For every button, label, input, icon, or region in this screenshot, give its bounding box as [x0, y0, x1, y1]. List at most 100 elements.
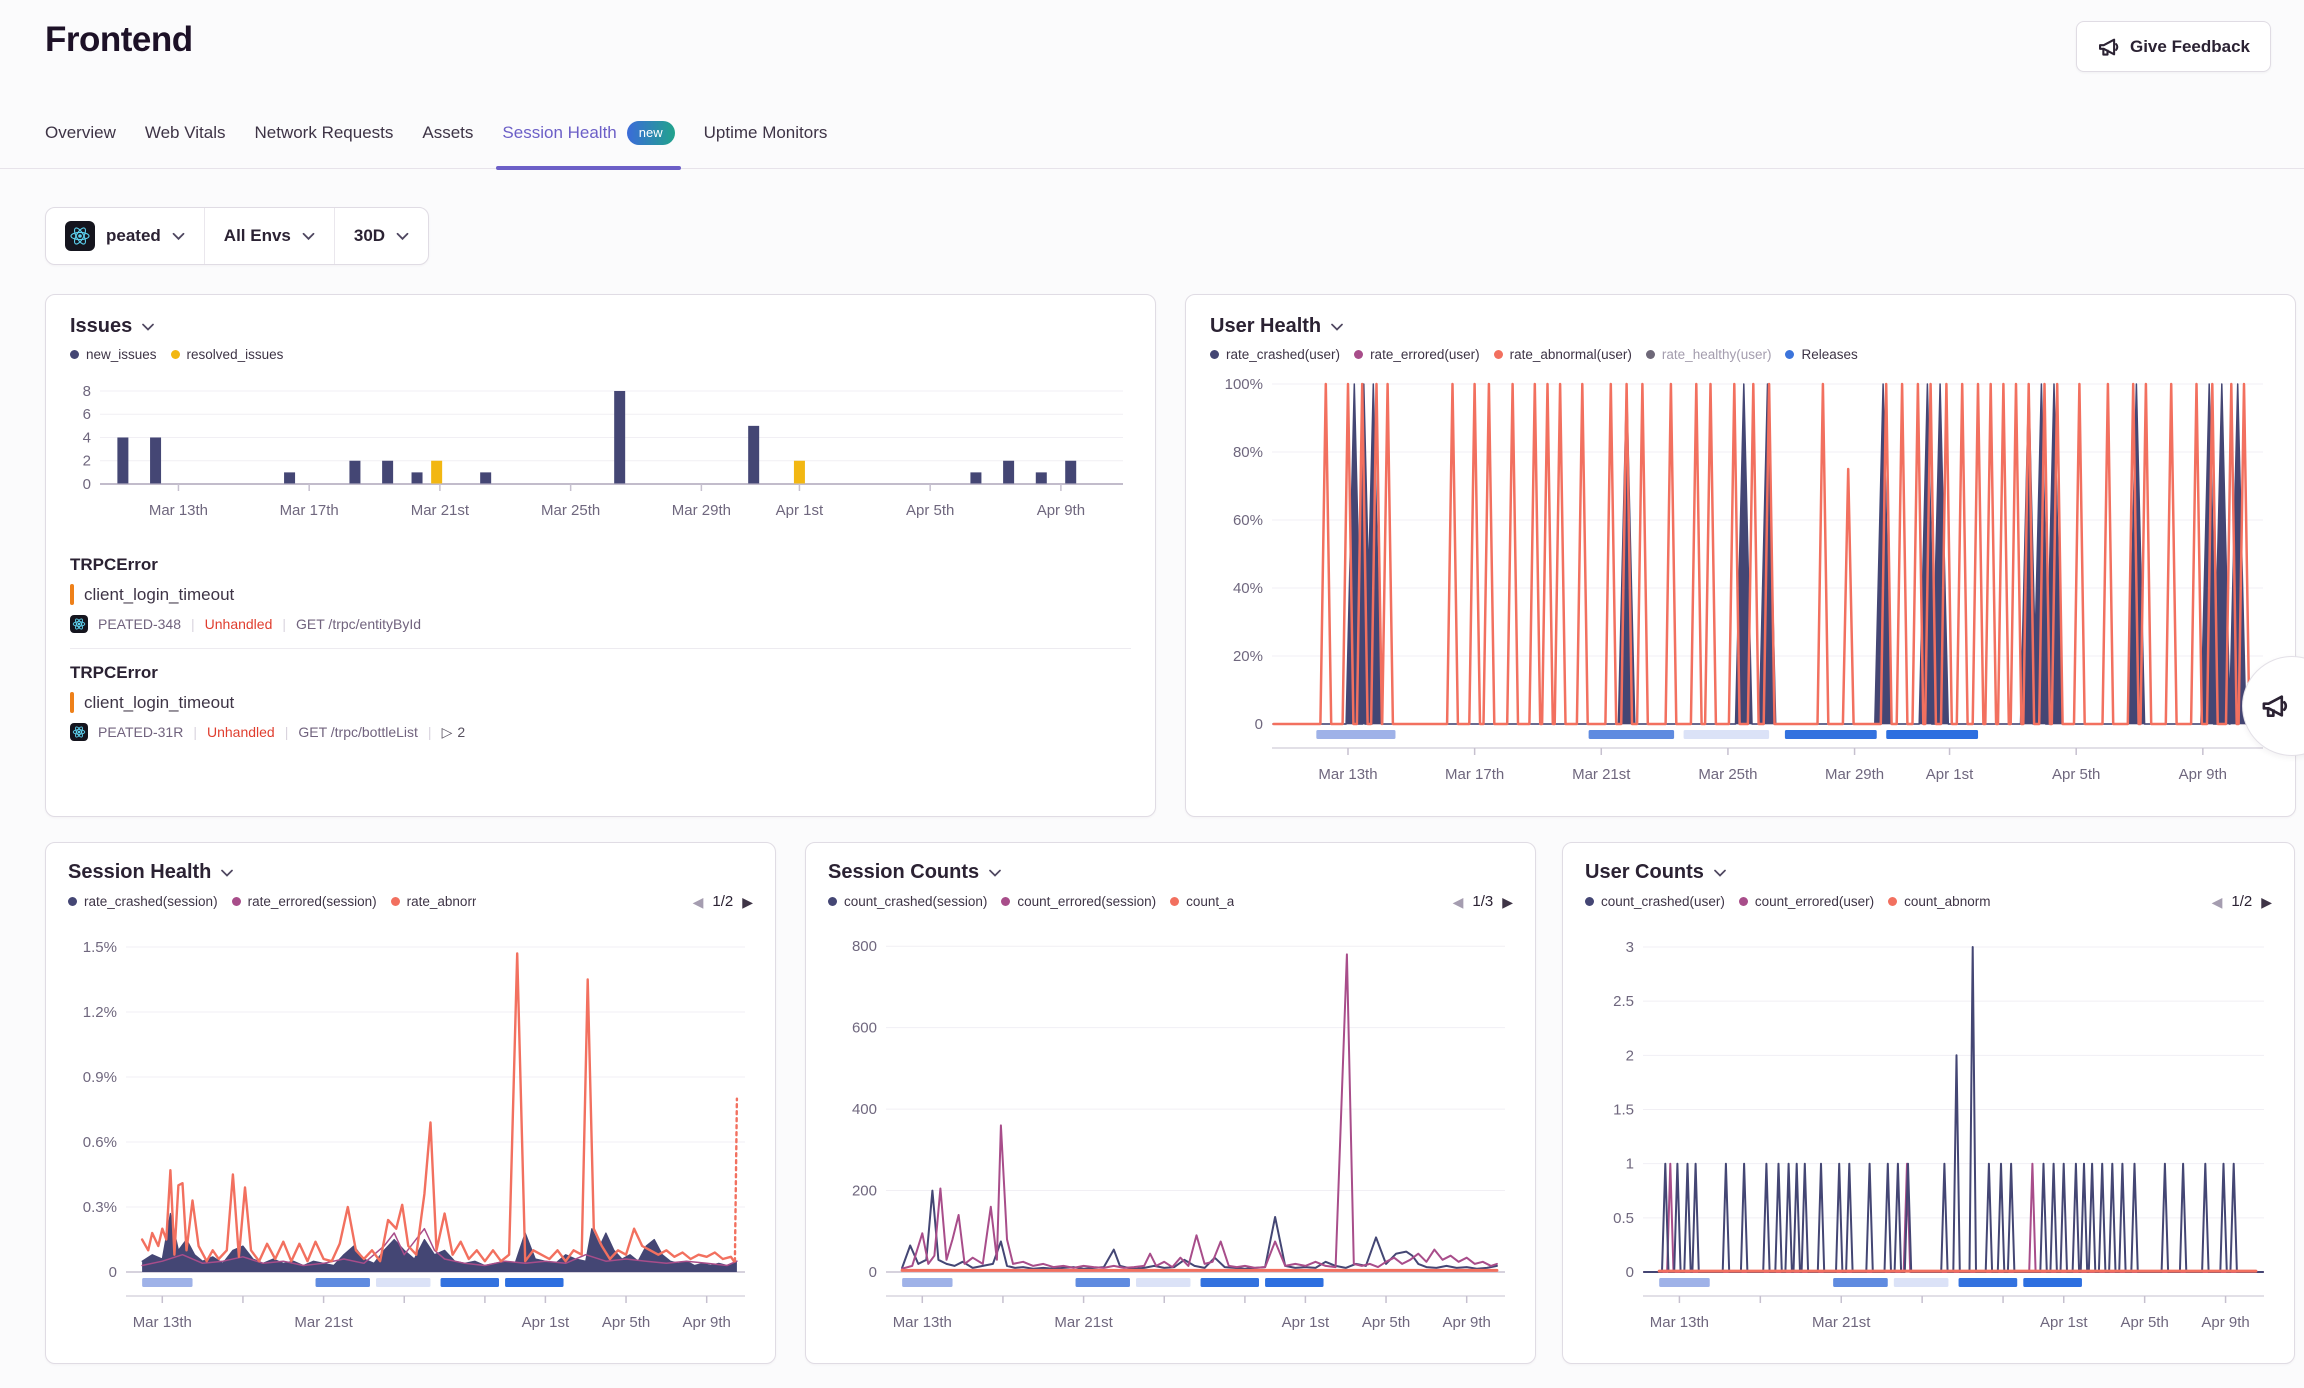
legend-item-count-abnormal-session[interactable]: count_a — [1170, 894, 1234, 909]
react-project-icon — [65, 221, 95, 251]
give-feedback-button[interactable]: Give Feedback — [2076, 21, 2271, 72]
svg-text:Apr 9th: Apr 9th — [1037, 502, 1085, 519]
svg-text:Apr 5th: Apr 5th — [906, 502, 954, 519]
new-badge: new — [627, 121, 675, 145]
legend-item-rate-abnormal-session[interactable]: rate_abnorr — [391, 894, 477, 909]
legend-item-new-issues[interactable]: new_issues — [70, 347, 157, 362]
chevron-down-icon — [142, 323, 154, 331]
legend-item-rate-crashed-session[interactable]: rate_crashed(session) — [68, 894, 218, 909]
svg-text:60%: 60% — [1233, 512, 1263, 529]
pager-next-icon[interactable]: ▶ — [1502, 895, 1513, 909]
session-counts-legend: count_crashed(session) count_errored(ses… — [828, 893, 1513, 910]
page-filter-bar: peated All Envs 30D — [45, 207, 429, 265]
svg-text:Mar 13th: Mar 13th — [149, 502, 208, 519]
chevron-down-icon — [172, 232, 185, 241]
session-health-panel-title[interactable]: Session Health — [68, 861, 753, 884]
user-counts-chart: 00.511.522.53Mar 13thMar 21stApr 1stApr … — [1585, 920, 2272, 1349]
issue-type: TRPCError — [70, 555, 1131, 575]
legend-item-rate-healthy-user[interactable]: rate_healthy(user) — [1646, 347, 1772, 362]
svg-text:Mar 25th: Mar 25th — [1698, 766, 1757, 783]
svg-text:Mar 21st: Mar 21st — [1812, 1314, 1871, 1331]
pager-prev-icon[interactable]: ◀ — [693, 895, 704, 909]
pager-prev-icon[interactable]: ◀ — [2212, 895, 2223, 909]
tab-overview[interactable]: Overview — [45, 111, 116, 168]
tab-uptime-monitors[interactable]: Uptime Monitors — [704, 111, 828, 168]
svg-text:Mar 13th: Mar 13th — [893, 1314, 952, 1331]
svg-text:Apr 5th: Apr 5th — [2052, 766, 2100, 783]
legend-item-count-crashed-session[interactable]: count_crashed(session) — [828, 894, 987, 909]
issue-short-id: PEATED-348 — [98, 616, 181, 632]
series-dot — [171, 350, 180, 359]
date-range-selector[interactable]: 30D — [334, 208, 428, 264]
react-project-icon — [70, 723, 88, 741]
legend-item-count-errored-user[interactable]: count_errored(user) — [1739, 894, 1874, 909]
svg-text:Mar 13th: Mar 13th — [133, 1314, 192, 1331]
tab-assets[interactable]: Assets — [422, 111, 473, 168]
page-title: Frontend — [45, 20, 193, 60]
user-counts-panel-title[interactable]: User Counts — [1585, 861, 2272, 884]
svg-text:2: 2 — [83, 453, 91, 470]
svg-text:0.9%: 0.9% — [83, 1069, 117, 1086]
svg-text:3: 3 — [1626, 939, 1634, 956]
pager-prev-icon[interactable]: ◀ — [1453, 895, 1464, 909]
unhandled-tag: Unhandled — [207, 724, 275, 740]
megaphone-icon — [2260, 692, 2288, 720]
session-counts-panel-title[interactable]: Session Counts — [828, 861, 1513, 884]
pager-next-icon[interactable]: ▶ — [742, 895, 753, 909]
legend-item-rate-errored-user[interactable]: rate_errored(user) — [1354, 347, 1480, 362]
svg-text:80%: 80% — [1233, 444, 1263, 461]
svg-text:400: 400 — [852, 1101, 877, 1118]
project-selector[interactable]: peated — [46, 208, 204, 264]
error-level-bar — [70, 692, 74, 713]
legend-item-resolved-issues[interactable]: resolved_issues — [171, 347, 284, 362]
svg-text:Apr 9th: Apr 9th — [683, 1314, 731, 1331]
chevron-down-icon — [302, 232, 315, 241]
pager-next-icon[interactable]: ▶ — [2261, 895, 2272, 909]
user-counts-legend: count_crashed(user) count_errored(user) … — [1585, 893, 2272, 910]
svg-text:Mar 29th: Mar 29th — [1825, 766, 1884, 783]
date-range-value: 30D — [354, 226, 385, 246]
legend-item-rate-errored-session[interactable]: rate_errored(session) — [232, 894, 377, 909]
issue-row[interactable]: TRPCError client_login_timeout PEATED-34… — [70, 541, 1131, 648]
legend-item-rate-crashed-user[interactable]: rate_crashed(user) — [1210, 347, 1340, 362]
play-icon: ▷ — [442, 724, 453, 741]
svg-text:Mar 21st: Mar 21st — [411, 502, 470, 519]
environment-selector[interactable]: All Envs — [204, 208, 334, 264]
session-health-chart: 00.3%0.6%0.9%1.2%1.5%Mar 13thMar 21stApr… — [68, 920, 753, 1349]
issues-legend: new_issues resolved_issues — [70, 347, 1131, 362]
svg-text:Mar 21st: Mar 21st — [1572, 766, 1631, 783]
svg-text:0: 0 — [109, 1264, 117, 1281]
chevron-down-icon — [221, 869, 233, 877]
issues-panel: Issues new_issues resolved_issues 02468M… — [45, 294, 1156, 817]
chevron-down-icon — [396, 232, 409, 241]
pager-count: 1/3 — [1472, 893, 1493, 910]
svg-text:Apr 1st: Apr 1st — [1282, 1314, 1330, 1331]
user-health-panel-title[interactable]: User Health — [1210, 315, 2271, 338]
legend-item-releases[interactable]: Releases — [1785, 347, 1857, 362]
legend-item-rate-abnormal-user[interactable]: rate_abnormal(user) — [1494, 347, 1632, 362]
legend-item-count-crashed-user[interactable]: count_crashed(user) — [1585, 894, 1725, 909]
svg-text:1.5%: 1.5% — [83, 939, 117, 956]
issue-type: TRPCError — [70, 663, 1131, 683]
replay-count[interactable]: ▷ 2 — [442, 724, 466, 741]
tab-network-requests[interactable]: Network Requests — [255, 111, 394, 168]
svg-text:Apr 5th: Apr 5th — [1362, 1314, 1410, 1331]
svg-text:0.3%: 0.3% — [83, 1199, 117, 1216]
chevron-down-icon — [1331, 323, 1343, 331]
svg-text:0: 0 — [83, 476, 91, 493]
issue-row[interactable]: TRPCError client_login_timeout PEATED-31… — [70, 648, 1131, 756]
session-health-legend: rate_crashed(session) rate_errored(sessi… — [68, 893, 753, 910]
issues-panel-title[interactable]: Issues — [70, 315, 1131, 338]
session-counts-panel: Session Counts count_crashed(session) co… — [805, 842, 1536, 1364]
tab-web-vitals[interactable]: Web Vitals — [145, 111, 226, 168]
svg-text:0: 0 — [1626, 1264, 1634, 1281]
tab-session-health[interactable]: Session Health new — [502, 111, 674, 168]
legend-item-count-errored-session[interactable]: count_errored(session) — [1001, 894, 1156, 909]
legend-pager: ◀ 1/3 ▶ — [1453, 893, 1513, 910]
svg-text:Mar 13th: Mar 13th — [1318, 766, 1377, 783]
legend-item-count-abnormal-user[interactable]: count_abnorm — [1888, 894, 1990, 909]
svg-text:6: 6 — [83, 406, 91, 423]
issues-list: TRPCError client_login_timeout PEATED-34… — [70, 541, 1131, 756]
issue-transaction: GET /trpc/bottleList — [298, 724, 418, 740]
svg-text:2: 2 — [1626, 1047, 1634, 1064]
